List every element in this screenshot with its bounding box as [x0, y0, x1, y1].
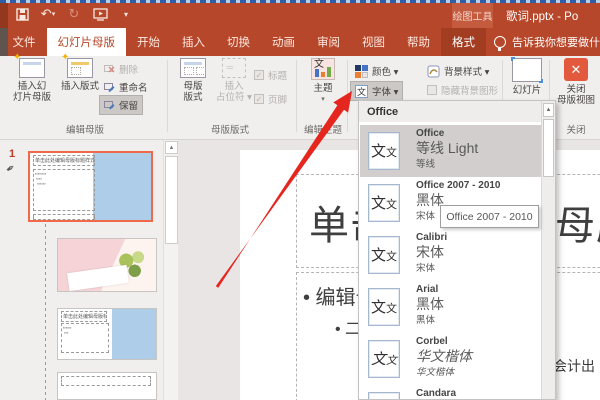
preserve-button[interactable]: 保留 [99, 95, 144, 115]
layout-thumbnail-1[interactable] [57, 238, 157, 292]
titlebar-edge [0, 3, 8, 28]
footer-checkbox: ✓ 页脚 [254, 94, 288, 106]
hide-background-graphics-checkbox: 隐藏背景图形 [423, 81, 502, 99]
close-master-view-button[interactable]: ✕ 关闭 母版视图 [554, 58, 598, 106]
slide-corner-text: 会计出 [553, 358, 595, 374]
group-label-edit-theme: 编辑主题 [303, 125, 342, 136]
slide-size-button[interactable]: 幻灯片 [506, 57, 548, 96]
tooltip: Office 2007 - 2010 [440, 205, 539, 228]
tell-me-label: 告诉我你想要做什 [512, 37, 600, 49]
tab-review[interactable]: 审阅 [306, 28, 351, 56]
tell-me-box[interactable]: 告诉我你想要做什 [486, 28, 600, 56]
dropdown-scrollbar-thumb[interactable] [543, 119, 554, 177]
insert-layout-icon [61, 52, 93, 78]
font-sample-icon: 文文 [368, 184, 400, 222]
fonts-dropdown-menu: Office 文文 Office 等线 Light 等线 文文 Office 2… [358, 100, 556, 400]
tab-file[interactable]: 文件 [2, 28, 47, 56]
background-styles-button[interactable]: 背景样式 ▾ [423, 62, 493, 80]
fonts-button[interactable]: 文 字体 ▾ [350, 81, 404, 101]
font-sample-icon: 文文 [368, 132, 400, 170]
tab-insert[interactable]: 插入 [171, 28, 216, 56]
tab-view[interactable]: 视图 [351, 28, 396, 56]
insert-slide-master-icon [13, 52, 45, 78]
tab-animations[interactable]: 动画 [261, 28, 306, 56]
insert-layout-button[interactable]: 插入版式 [56, 52, 104, 92]
master-layout-button[interactable]: 母版 版式 [172, 58, 214, 103]
slide-thumbnail-panel: 1 ✒ 单击此处编辑母版标题样式 ▪▪▪▪▪▪▪▪ ▪▪▪▪ ▪▪▪▪▪▪ 单击… [0, 140, 163, 400]
insert-placeholder-button: ≔ 插入 占位符 ▾ [214, 58, 254, 103]
colors-icon [355, 64, 368, 78]
preserve-icon [104, 100, 115, 109]
document-title: 歌词.pptx - Po [506, 10, 579, 23]
colors-button[interactable]: 颜色 ▾ [351, 62, 402, 80]
delete-icon [104, 64, 115, 72]
drawing-tools-header: 绘图工具 [452, 3, 493, 28]
redo-icon: ↻ [68, 6, 80, 21]
background-styles-icon [427, 65, 440, 77]
checkbox-icon: ✓ [254, 70, 264, 80]
powerpoint-window: ↶ ▾ ↻ ▾ 绘图工具 歌词.pptx - Po 文件 幻灯片母版 开始 插入 … [0, 0, 600, 400]
tab-help[interactable]: 帮助 [396, 28, 441, 56]
font-sample-icon [368, 392, 400, 399]
scroll-up-arrow-icon[interactable]: ▲ [165, 141, 178, 154]
insert-slide-master-button[interactable]: 插入幻 灯片母版 [8, 52, 56, 103]
font-sample-icon: 文文 [368, 236, 400, 274]
layout-thumbnail-3[interactable] [57, 372, 157, 400]
start-slideshow-icon[interactable] [92, 6, 108, 22]
tabs-row-edge [0, 28, 8, 56]
title-bar: ↶ ▾ ↻ ▾ 绘图工具 歌词.pptx - Po [0, 3, 600, 28]
font-scheme-arial[interactable]: 文文 Arial 黑体 黑体 [360, 281, 542, 333]
group-label-close: 关闭 [566, 125, 586, 136]
font-sample-icon: 文文 [368, 288, 400, 326]
master-slide-thumbnail[interactable]: 单击此处编辑母版标题样式 ▪▪▪▪▪▪▪▪ ▪▪▪▪ ▪▪▪▪▪▪ [28, 151, 153, 222]
font-scheme-corbel[interactable]: 文文 Corbel 华文楷体 华文楷体 [360, 333, 542, 385]
fonts-dropdown-header: Office [359, 101, 555, 122]
font-sample-icon: 文文 [368, 340, 400, 378]
themes-icon: 文 [311, 58, 335, 80]
font-scheme-office[interactable]: 文文 Office 等线 Light 等线 [360, 125, 542, 177]
quick-access-toolbar: ↶ ▾ ↻ ▾ [14, 6, 134, 22]
dropdown-scroll-up-icon[interactable]: ▲ [543, 103, 554, 117]
checkbox-icon: ✓ [254, 94, 264, 104]
pin-icon: ✒ [3, 161, 19, 177]
group-label-edit-master: 编辑母版 [65, 125, 104, 136]
checkbox-icon [427, 85, 437, 95]
master-layout-icon [180, 58, 206, 78]
themes-button[interactable]: 文 主题 ▾ [301, 58, 345, 105]
slide-size-icon [511, 57, 543, 83]
slide-number: 1 [9, 148, 16, 160]
ribbon-tabs: 文件 幻灯片母版 开始 插入 切换 动画 审阅 视图 帮助 格式 告诉我你想要做… [0, 28, 600, 56]
close-master-view-icon: ✕ [564, 58, 588, 81]
group-label-master-layout: 母版版式 [210, 125, 249, 136]
scrollbar-thumb[interactable] [165, 156, 178, 244]
font-scheme-candara[interactable]: Candara 华文隶书 [360, 385, 542, 399]
title-checkbox: ✓ 标题 [254, 70, 288, 82]
rename-icon [104, 82, 115, 92]
tab-home[interactable]: 开始 [126, 28, 171, 56]
insert-placeholder-icon: ≔ [222, 58, 246, 78]
undo-icon[interactable]: ↶ ▾ [40, 6, 56, 22]
fonts-icon: 文 [355, 84, 368, 98]
customize-qat-icon[interactable]: ▾ [118, 6, 134, 22]
font-scheme-calibri[interactable]: 文文 Calibri 宋体 宋体 [360, 229, 542, 281]
tab-format[interactable]: 格式 [441, 28, 486, 56]
themes-dropdown-arrow: ▾ [321, 96, 325, 103]
delete-button: 删除 [100, 60, 142, 78]
layout-connector-line [45, 224, 46, 400]
save-icon[interactable] [14, 6, 30, 22]
dropdown-scrollbar[interactable]: ▲ [541, 101, 555, 399]
lightbulb-icon [494, 36, 506, 51]
rename-button[interactable]: 重命名 [100, 78, 152, 96]
thumbnail-panel-scrollbar[interactable]: ▲ [163, 140, 178, 400]
tab-slide-master[interactable]: 幻灯片母版 [46, 28, 126, 56]
tab-transitions[interactable]: 切换 [216, 28, 261, 56]
layout-thumbnail-2[interactable]: 单击此处编辑母版标题样式 ▪▪▪▪▪▪ ▪▪▪ [57, 308, 157, 360]
